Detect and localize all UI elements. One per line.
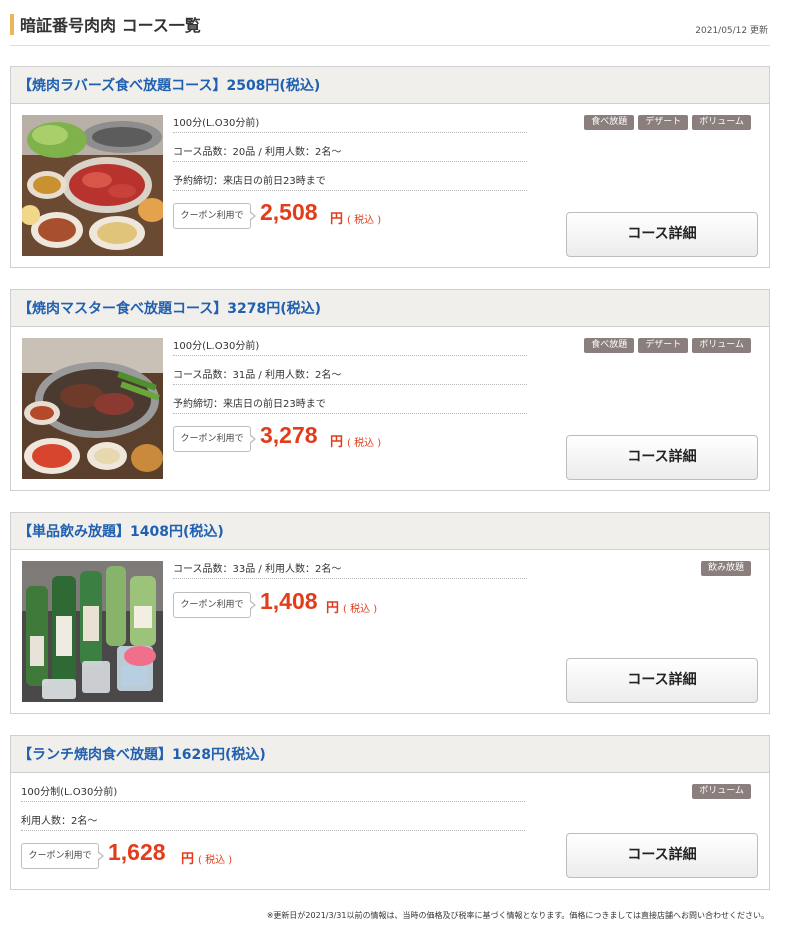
price-tax-note: ( 税込 ) (198, 855, 233, 866)
course-info: コース品数：33品 / 利用人数：2名～ (173, 550, 527, 579)
course-duration: 100分(L.O30分前) (173, 327, 527, 356)
course-body: 100分(L.O30分前) コース品数：31品 / 利用人数：2名～ 予約締切：… (11, 327, 769, 490)
course-info: 100分(L.O30分前) コース品数：31品 / 利用人数：2名～ 予約締切：… (173, 327, 527, 414)
course-info: 100分(L.O30分前) コース品数：20品 / 利用人数：2名～ 予約締切：… (173, 104, 527, 191)
coupon-price: クーポン利用で 1,408 円 ( 税込 ) (173, 587, 533, 623)
coupon-badge: クーポン利用で (21, 843, 99, 869)
course-card: 【焼肉ラバーズ食べ放題コース】2508円(税込) 100分(L.O30分前) コ… (10, 66, 770, 268)
header-accent-bar (10, 14, 14, 35)
tag-badge: デザート (638, 115, 689, 130)
page-header: 暗証番号肉肉 コース一覧 2021/05/12 更新 (10, 10, 770, 46)
course-detail-button[interactable]: コース詳細 (566, 212, 758, 257)
coupon-price: クーポン利用で 1,628 円 ( 税込 ) (21, 838, 381, 874)
course-title-link[interactable]: 【ランチ焼肉食べ放題】1628円(税込) (18, 747, 266, 763)
price-tax-note: ( 税込 ) (347, 215, 382, 226)
tag-badge: 飲み放題 (700, 561, 751, 576)
coupon-price: クーポン利用で 2,508 円 ( 税込 ) (173, 198, 533, 234)
course-title-link[interactable]: 【単品飲み放題】1408円(税込) (18, 524, 224, 540)
course-photo-drinks[interactable] (22, 561, 163, 702)
course-info: 100分制(L.O30分前) 利用人数：2名～ (21, 773, 525, 831)
course-reservation-deadline: 予約締切：来店日の前日23時まで (173, 385, 527, 414)
course-card: 【単品飲み放題】1408円(税込) コース品数：33品 / 利用人数：2名～ ク… (10, 512, 770, 714)
coupon-arrow (249, 211, 256, 221)
tag-badge: ボリューム (692, 338, 751, 353)
course-people: 利用人数：2名～ (21, 802, 525, 831)
course-tags: 飲み放題 (697, 561, 751, 576)
course-duration: 100分制(L.O30分前) (21, 773, 525, 802)
coupon-arrow (249, 434, 256, 444)
price-tax-note: ( 税込 ) (343, 604, 378, 615)
coupon-price: クーポン利用で 3,278 円 ( 税込 ) (173, 421, 533, 457)
course-reservation-deadline: 予約締切：来店日の前日23時まで (173, 162, 527, 191)
tag-badge: 食べ放題 (584, 338, 635, 353)
course-card: 【ランチ焼肉食べ放題】1628円(税込) 100分制(L.O30分前) 利用人数… (10, 735, 770, 890)
coupon-badge: クーポン利用で (173, 426, 251, 452)
course-card: 【焼肉マスター食べ放題コース】3278円(税込) 100分(L.O30分前) コ… (10, 289, 770, 491)
tag-badge: ボリューム (692, 784, 751, 799)
course-header: 【単品飲み放題】1408円(税込) (11, 513, 769, 550)
course-price: 2,508 (260, 199, 318, 225)
course-body: コース品数：33品 / 利用人数：2名～ クーポン利用で 1,408 円 ( 税… (11, 550, 769, 713)
footnote: ※更新日が2021/3/31以前の情報は、当時の価格及び税率に基づく情報となりま… (266, 911, 769, 920)
course-body: 100分(L.O30分前) コース品数：20品 / 利用人数：2名～ 予約締切：… (11, 104, 769, 267)
coupon-badge: クーポン利用で (173, 203, 251, 229)
course-detail-button[interactable]: コース詳細 (566, 435, 758, 480)
course-items-count: コース品数：33品 / 利用人数：2名～ (173, 550, 527, 579)
course-duration: 100分(L.O30分前) (173, 104, 527, 133)
course-price: 1,628 (108, 839, 166, 865)
coupon-arrow (249, 600, 256, 610)
course-header: 【焼肉マスター食べ放題コース】3278円(税込) (11, 290, 769, 327)
course-tags: 食べ放題 デザート ボリューム (580, 338, 751, 353)
coupon-badge: クーポン利用で (173, 592, 251, 618)
course-tags: ボリューム (688, 784, 751, 799)
course-detail-button[interactable]: コース詳細 (566, 658, 758, 703)
course-items-count: コース品数：31品 / 利用人数：2名～ (173, 356, 527, 385)
price-unit: 円 (330, 212, 344, 227)
price-unit: 円 (326, 601, 340, 616)
course-items-count: コース品数：20品 / 利用人数：2名～ (173, 133, 527, 162)
course-photo-bbq[interactable] (22, 338, 163, 479)
updated-date: 2021/05/12 更新 (695, 26, 768, 36)
course-detail-button[interactable]: コース詳細 (566, 833, 758, 878)
price-unit: 円 (330, 435, 344, 450)
course-price: 1,408 (260, 588, 318, 614)
course-title-link[interactable]: 【焼肉ラバーズ食べ放題コース】2508円(税込) (18, 78, 320, 94)
price-unit: 円 (181, 852, 195, 867)
course-header: 【ランチ焼肉食べ放題】1628円(税込) (11, 736, 769, 773)
tag-badge: デザート (638, 338, 689, 353)
course-price: 3,278 (260, 422, 318, 448)
coupon-arrow (97, 851, 104, 861)
page-title: 暗証番号肉肉 コース一覧 (20, 16, 201, 35)
price-tax-note: ( 税込 ) (347, 438, 382, 449)
tag-badge: 食べ放題 (584, 115, 635, 130)
course-title-link[interactable]: 【焼肉マスター食べ放題コース】3278円(税込) (18, 301, 321, 317)
course-tags: 食べ放題 デザート ボリューム (580, 115, 751, 130)
course-header: 【焼肉ラバーズ食べ放題コース】2508円(税込) (11, 67, 769, 104)
course-photo-bbq[interactable] (22, 115, 163, 256)
tag-badge: ボリューム (692, 115, 751, 130)
course-body: 100分制(L.O30分前) 利用人数：2名～ クーポン利用で 1,628 円 … (11, 773, 769, 889)
